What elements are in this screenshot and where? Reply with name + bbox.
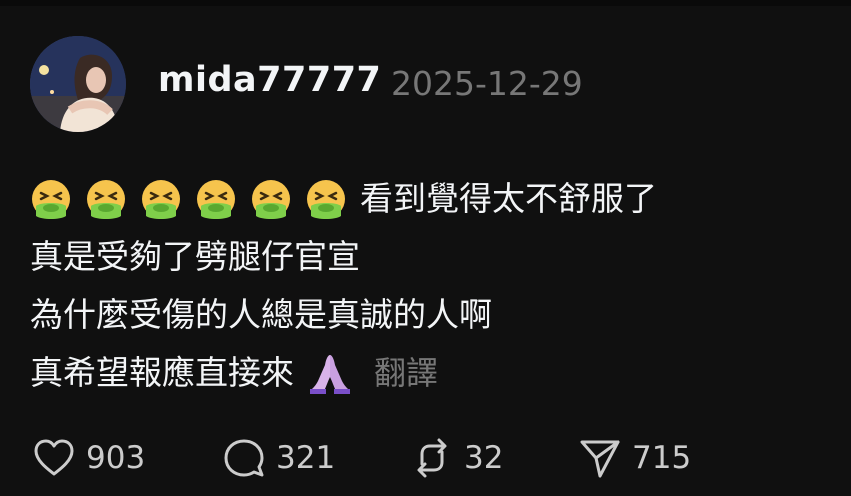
avatar[interactable] bbox=[30, 36, 126, 132]
repost-icon bbox=[417, 438, 447, 478]
nauseated-face-emoji bbox=[305, 178, 347, 220]
nauseated-face-emoji bbox=[195, 178, 237, 220]
post-line-4-text: 真希望報應直接來 bbox=[30, 353, 294, 392]
post: mida77777 2025-12-29 看到覺得太不舒服了 真是受夠了劈腿仔官… bbox=[0, 0, 851, 496]
nauseated-face-emoji bbox=[30, 178, 72, 220]
reply-button[interactable]: 321 bbox=[220, 430, 408, 486]
post-line-2: 真是受夠了劈腿仔官宣 bbox=[30, 228, 830, 286]
reply-count: 321 bbox=[276, 440, 336, 476]
post-line-3-text: 為什麼受傷的人總是真誠的人啊 bbox=[30, 295, 492, 334]
username[interactable]: mida77777 bbox=[158, 60, 381, 100]
like-button[interactable]: 903 bbox=[30, 430, 220, 486]
comment-icon bbox=[224, 439, 264, 477]
share-count: 715 bbox=[632, 440, 692, 476]
nauseated-face-emoji bbox=[250, 178, 292, 220]
post-line-2-text: 真是受夠了劈腿仔官宣 bbox=[30, 237, 360, 276]
like-count: 903 bbox=[86, 440, 146, 476]
post-line-4: 真希望報應直接來 翻譯 bbox=[30, 344, 830, 402]
post-body: 看到覺得太不舒服了 真是受夠了劈腿仔官宣 為什麼受傷的人總是真誠的人啊 真希望報… bbox=[30, 170, 830, 402]
repost-button[interactable]: 32 bbox=[408, 430, 576, 486]
post-date: 2025-12-29 bbox=[391, 64, 583, 103]
heart-icon bbox=[34, 439, 74, 476]
nauseated-face-emoji bbox=[85, 178, 127, 220]
action-bar: 903 321 32 715 bbox=[30, 430, 726, 486]
post-line-1-text: 看到覺得太不舒服了 bbox=[360, 179, 657, 218]
send-icon bbox=[580, 440, 620, 478]
post-line-3: 為什麼受傷的人總是真誠的人啊 bbox=[30, 286, 830, 344]
repost-count: 32 bbox=[464, 440, 504, 476]
nauseated-face-emoji bbox=[140, 178, 182, 220]
folded-hands-emoji bbox=[308, 351, 352, 395]
translate-link[interactable]: 翻譯 bbox=[374, 347, 438, 399]
share-button[interactable]: 715 bbox=[576, 430, 726, 486]
post-line-1: 看到覺得太不舒服了 bbox=[30, 170, 830, 228]
